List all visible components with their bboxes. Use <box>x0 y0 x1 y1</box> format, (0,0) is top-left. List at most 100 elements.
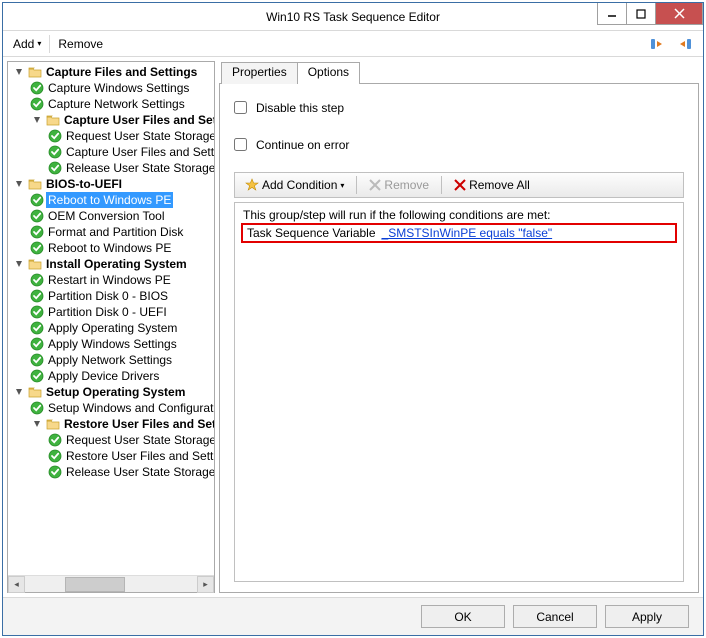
expander-icon[interactable] <box>12 65 26 79</box>
tree-label: Apply Windows Settings <box>46 336 179 352</box>
tree-label: Format and Partition Disk <box>46 224 185 240</box>
tree-step[interactable]: Release User State Storage <box>8 464 214 480</box>
tree-label: Partition Disk 0 - UEFI <box>46 304 169 320</box>
scroll-right-button[interactable]: ▸ <box>197 576 214 593</box>
remove-condition-button[interactable]: Remove <box>365 177 433 193</box>
folder-icon <box>46 417 60 431</box>
footer: OK Cancel Apply <box>3 597 703 635</box>
tree-step[interactable]: Reboot to Windows PE <box>8 240 214 256</box>
tree-step[interactable]: Apply Network Settings <box>8 352 214 368</box>
move-left-icon[interactable] <box>671 34 699 54</box>
tab-options[interactable]: Options <box>297 62 360 84</box>
check-icon <box>30 193 44 207</box>
tree-label: Partition Disk 0 - BIOS <box>46 288 170 304</box>
expander-icon[interactable] <box>30 113 44 127</box>
window-controls <box>598 3 703 25</box>
add-button[interactable]: Add▾ <box>7 35 47 53</box>
window-title: Win10 RS Task Sequence Editor <box>266 10 440 24</box>
remove-button[interactable]: Remove <box>52 35 109 53</box>
apply-button[interactable]: Apply <box>605 605 689 628</box>
condition-value-link[interactable]: _SMSTSInWinPE equals "false" <box>382 226 553 240</box>
star-icon <box>245 178 259 192</box>
tab-properties[interactable]: Properties <box>221 62 298 84</box>
expander-icon[interactable] <box>12 257 26 271</box>
tab-body: Disable this step Continue on error Add … <box>219 83 699 593</box>
tree-step[interactable]: Restart in Windows PE <box>8 272 214 288</box>
continue-on-error-checkbox[interactable]: Continue on error <box>230 135 688 154</box>
maximize-button[interactable] <box>626 3 656 25</box>
tree-step[interactable]: Release User State Storage <box>8 160 214 176</box>
tree-label: Apply Operating System <box>46 320 179 336</box>
remove-all-button[interactable]: Remove All <box>450 177 534 193</box>
check-icon <box>30 273 44 287</box>
disable-step-checkbox[interactable]: Disable this step <box>230 98 688 117</box>
tabs: Properties Options <box>221 61 699 83</box>
expander-icon[interactable] <box>12 385 26 399</box>
tree-label: Reboot to Windows PE <box>46 240 173 256</box>
tree-step[interactable]: Request User State Storage <box>8 128 214 144</box>
tree-step[interactable]: Format and Partition Disk <box>8 224 214 240</box>
tree-group[interactable]: Setup Operating System <box>8 384 214 400</box>
horizontal-scrollbar[interactable]: ◂ ▸ <box>8 575 214 592</box>
scroll-left-button[interactable]: ◂ <box>8 576 25 593</box>
tree-step[interactable]: Apply Operating System <box>8 320 214 336</box>
folder-icon <box>28 385 42 399</box>
conditions-list[interactable]: This group/step will run if the followin… <box>234 202 684 582</box>
tree-step[interactable]: Setup Windows and Configuration Manager <box>8 400 214 416</box>
tree-step[interactable]: Partition Disk 0 - BIOS <box>8 288 214 304</box>
disable-step-label: Disable this step <box>256 101 344 115</box>
tree-label: Capture Windows Settings <box>46 80 191 96</box>
check-icon <box>30 369 44 383</box>
check-icon <box>30 353 44 367</box>
tree-step[interactable]: Capture Network Settings <box>8 96 214 112</box>
right-pane: Properties Options Disable this step Con… <box>219 61 699 593</box>
scroll-thumb[interactable] <box>65 577 125 592</box>
tree-step[interactable]: Apply Device Drivers <box>8 368 214 384</box>
tree-label: Setup Windows and Configuration Manager <box>46 400 214 416</box>
tree-group[interactable]: BIOS-to-UEFI <box>8 176 214 192</box>
tree-label: Release User State Storage <box>64 464 214 480</box>
tree-step[interactable]: Capture User Files and Settings <box>8 144 214 160</box>
continue-on-error-input[interactable] <box>234 138 247 151</box>
check-icon <box>30 401 44 415</box>
expander-icon[interactable] <box>12 177 26 191</box>
toolbar: Add▾ Remove <box>3 31 703 57</box>
tree-step[interactable]: Request User State Storage <box>8 432 214 448</box>
expander-icon[interactable] <box>30 417 44 431</box>
dropdown-icon: ▾ <box>37 39 41 48</box>
check-icon <box>48 145 62 159</box>
tree-step[interactable]: Reboot to Windows PE <box>8 192 214 208</box>
disable-step-input[interactable] <box>234 101 247 114</box>
scroll-track[interactable] <box>25 576 197 593</box>
tree-step[interactable]: Partition Disk 0 - UEFI <box>8 304 214 320</box>
task-sequence-tree[interactable]: Capture Files and SettingsCapture Window… <box>8 62 214 575</box>
ok-button[interactable]: OK <box>421 605 505 628</box>
condition-type: Task Sequence Variable <box>247 226 376 240</box>
tree-step[interactable]: Restore User Files and Settings <box>8 448 214 464</box>
titlebar: Win10 RS Task Sequence Editor <box>3 3 703 31</box>
tree-label: Restore User Files and Settings <box>64 448 214 464</box>
tree-step[interactable]: Apply Windows Settings <box>8 336 214 352</box>
move-right-icon[interactable] <box>643 34 671 54</box>
add-condition-button[interactable]: Add Condition ▾ <box>241 177 348 193</box>
folder-icon <box>28 177 42 191</box>
condition-row[interactable]: Task Sequence Variable _SMSTSInWinPE equ… <box>241 223 677 243</box>
tree-group[interactable]: Install Operating System <box>8 256 214 272</box>
close-button[interactable] <box>655 3 703 25</box>
check-icon <box>48 433 62 447</box>
folder-icon <box>28 65 42 79</box>
tree-group[interactable]: Capture User Files and Settings <box>8 112 214 128</box>
tree-step[interactable]: Capture Windows Settings <box>8 80 214 96</box>
tree-group[interactable]: Capture Files and Settings <box>8 64 214 80</box>
tree-group[interactable]: Restore User Files and Settings <box>8 416 214 432</box>
tree-label: OEM Conversion Tool <box>46 208 167 224</box>
x-icon <box>369 179 381 191</box>
check-icon <box>48 465 62 479</box>
cancel-button[interactable]: Cancel <box>513 605 597 628</box>
body: Capture Files and SettingsCapture Window… <box>3 57 703 597</box>
folder-icon <box>46 113 60 127</box>
minimize-button[interactable] <box>597 3 627 25</box>
tree-pane: Capture Files and SettingsCapture Window… <box>7 61 215 593</box>
conditions-toolbar: Add Condition ▾ Remove Remove All <box>234 172 684 198</box>
tree-step[interactable]: OEM Conversion Tool <box>8 208 214 224</box>
